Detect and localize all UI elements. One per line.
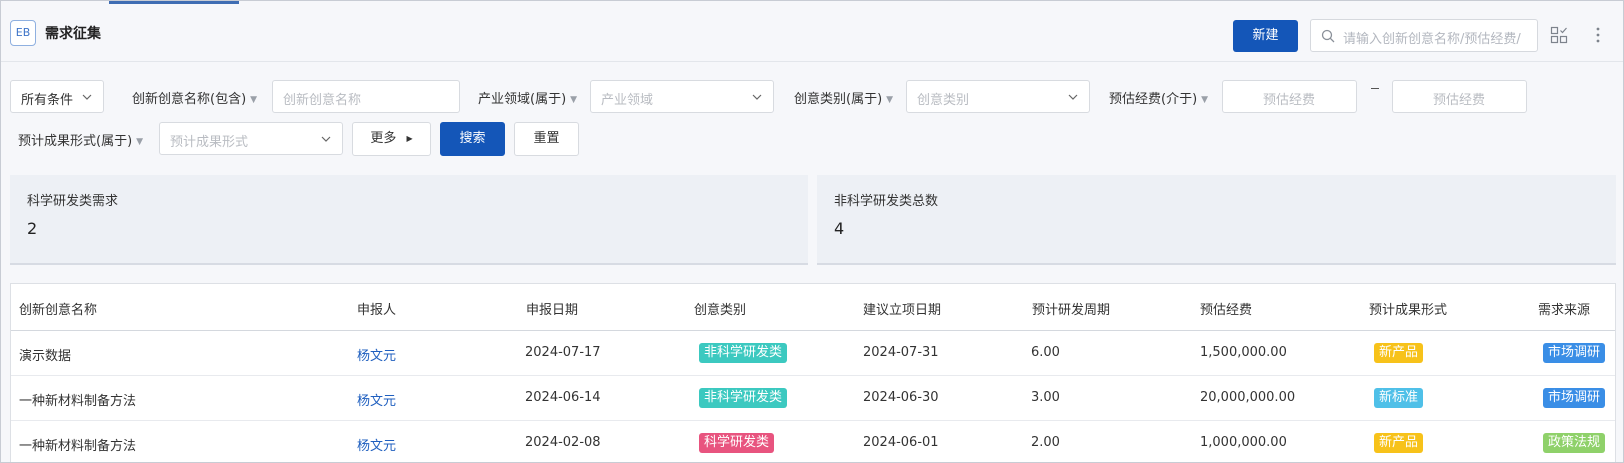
table-row[interactable]: 一种新材料制备方法 杨文元 2024-06-14 非科学研发类 2024-06-…	[11, 376, 1615, 421]
search-button[interactable]: 搜索	[440, 122, 505, 156]
all-conditions-select[interactable]: 所有条件	[10, 80, 104, 113]
source-tag: 市场调研	[1543, 343, 1606, 363]
range-separator	[1371, 88, 1379, 89]
app-logo: EB	[10, 20, 36, 46]
more-vertical-icon[interactable]	[1589, 26, 1607, 44]
cell-applicant-link[interactable]: 杨文元	[357, 345, 396, 364]
category-filter-label[interactable]: 创意类别(属于) ▼	[794, 88, 893, 107]
stat-card-scientific: 科学研发类需求 2	[10, 175, 808, 265]
cell-name: 演示数据	[19, 349, 72, 364]
filter-bar: 所有条件 创新创意名称(包含) ▼ 创新创意名称 产业领域(属于) ▼ 产业领域 创…	[1, 63, 1623, 163]
column-header[interactable]: 建议立项日期	[863, 299, 941, 318]
more-filters-button[interactable]: 更多 ▶	[352, 122, 431, 156]
budget-min-placeholder: 预估经费	[1263, 93, 1316, 108]
stat-label: 非科学研发类总数	[834, 194, 939, 209]
name-filter-placeholder: 创新创意名称	[283, 93, 362, 108]
category-tag: 科学研发类	[699, 433, 775, 453]
column-header[interactable]: 创新创意名称	[19, 299, 97, 318]
stat-label: 科学研发类需求	[27, 194, 119, 209]
industry-filter-select[interactable]: 产业领域	[590, 80, 774, 113]
cell-name: 一种新材料制备方法	[19, 394, 137, 409]
column-header[interactable]: 预计成果形式	[1369, 299, 1447, 318]
name-filter-label[interactable]: 创新创意名称(包含) ▼	[132, 88, 257, 107]
column-header[interactable]: 需求来源	[1538, 299, 1590, 318]
chevron-down-icon	[1068, 94, 1078, 100]
cell-applicant-link[interactable]: 杨文元	[357, 435, 396, 454]
category-tag: 非科学研发类	[699, 388, 788, 408]
outcome-tag: 新产品	[1374, 433, 1424, 453]
outcome-filter-label[interactable]: 预计成果形式(属于) ▼	[18, 130, 143, 149]
cell-budget: 1,000,000.00	[1200, 435, 1287, 450]
category-tag: 非科学研发类	[699, 343, 788, 363]
cell-cycle: 3.00	[1031, 390, 1060, 405]
search-icon	[1321, 29, 1335, 43]
industry-filter-placeholder: 产业领域	[601, 93, 654, 108]
source-tag: 市场调研	[1543, 388, 1606, 408]
category-filter-placeholder: 创意类别	[917, 93, 970, 108]
app-header: EB 需求征集 新建 请输入创新创意名称/预估经费/	[1, 4, 1623, 62]
more-filters-label: 更多	[370, 131, 397, 146]
cell-cycle: 2.00	[1031, 435, 1060, 450]
budget-max-input[interactable]: 预估经费	[1392, 80, 1527, 113]
column-header[interactable]: 预估经费	[1200, 299, 1252, 318]
caret-right-icon: ▶	[406, 134, 413, 143]
cell-budget: 20,000,000.00	[1200, 390, 1296, 405]
cell-name: 一种新材料制备方法	[19, 439, 137, 454]
table-header: 创新创意名称 申报人 申报日期 创意类别 建议立项日期 预计研发周期 预估经费 …	[11, 284, 1615, 331]
industry-filter-label[interactable]: 产业领域(属于) ▼	[478, 88, 577, 107]
cell-applicant-link[interactable]: 杨文元	[357, 390, 396, 409]
stat-value: 2	[27, 219, 38, 238]
chevron-down-icon	[82, 94, 92, 100]
requirements-table: 创新创意名称 申报人 申报日期 创意类别 建议立项日期 预计研发周期 预估经费 …	[10, 283, 1616, 462]
column-header[interactable]: 申报日期	[526, 299, 578, 318]
chevron-down-icon	[321, 136, 331, 142]
cell-budget: 1,500,000.00	[1200, 345, 1287, 360]
outcome-filter-select[interactable]: 预计成果形式	[159, 122, 343, 155]
table-row[interactable]: 演示数据 杨文元 2024-07-17 非科学研发类 2024-07-31 6.…	[11, 331, 1615, 376]
cell-proposal-date: 2024-07-31	[863, 345, 939, 360]
table-row[interactable]: 一种新材料制备方法 杨文元 2024-02-08 科学研发类 2024-06-0…	[11, 421, 1615, 462]
outcome-filter-placeholder: 预计成果形式	[170, 135, 249, 150]
page: EB 需求征集 新建 请输入创新创意名称/预估经费/ 所有条件 创新创意名称(包…	[0, 0, 1624, 463]
outcome-tag: 新标准	[1374, 388, 1424, 408]
stat-card-non-scientific: 非科学研发类总数 4	[817, 175, 1616, 265]
column-settings-icon[interactable]	[1550, 26, 1568, 44]
cell-date: 2024-06-14	[525, 390, 601, 405]
cell-proposal-date: 2024-06-01	[863, 435, 939, 450]
budget-min-input[interactable]: 预估经费	[1222, 80, 1357, 113]
stat-value: 4	[834, 219, 845, 238]
column-header[interactable]: 预计研发周期	[1032, 299, 1110, 318]
cell-date: 2024-07-17	[525, 345, 601, 360]
all-conditions-value: 所有条件	[21, 93, 74, 108]
search-input[interactable]: 请输入创新创意名称/预估经费/	[1310, 19, 1538, 52]
column-header[interactable]: 申报人	[357, 299, 396, 318]
budget-max-placeholder: 预估经费	[1433, 93, 1486, 108]
cell-proposal-date: 2024-06-30	[863, 390, 939, 405]
budget-filter-label[interactable]: 预估经费(介于) ▼	[1109, 88, 1208, 107]
chevron-down-icon	[752, 94, 762, 100]
reset-button[interactable]: 重置	[514, 122, 579, 156]
search-placeholder: 请输入创新创意名称/预估经费/	[1343, 32, 1521, 47]
column-header[interactable]: 创意类别	[694, 299, 746, 318]
cell-date: 2024-02-08	[525, 435, 601, 450]
category-filter-select[interactable]: 创意类别	[906, 80, 1090, 113]
new-button[interactable]: 新建	[1233, 20, 1298, 52]
outcome-tag: 新产品	[1374, 343, 1424, 363]
source-tag: 政策法规	[1543, 433, 1606, 453]
page-title: 需求征集	[45, 26, 101, 42]
cell-cycle: 6.00	[1031, 345, 1060, 360]
name-filter-input[interactable]: 创新创意名称	[272, 80, 460, 113]
